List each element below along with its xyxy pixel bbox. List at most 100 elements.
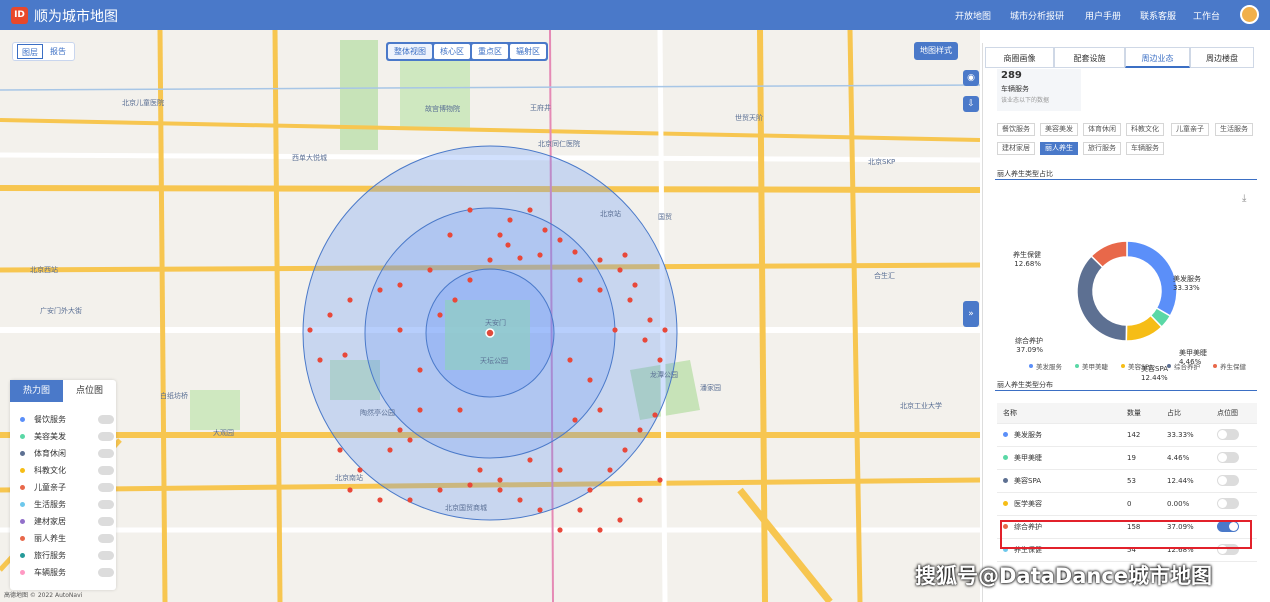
poi-point[interactable] bbox=[397, 282, 403, 288]
poi-point[interactable] bbox=[657, 357, 663, 363]
poi-point[interactable] bbox=[347, 487, 353, 493]
poi-point[interactable] bbox=[662, 327, 668, 333]
legend-label[interactable]: 养生保健 bbox=[1220, 362, 1247, 371]
layer-toggle[interactable] bbox=[98, 568, 114, 577]
category-chip[interactable]: 车辆服务 bbox=[1126, 142, 1164, 155]
donut-slice[interactable] bbox=[1076, 254, 1128, 342]
report-tab[interactable]: 报告 bbox=[46, 44, 70, 59]
poi-point[interactable] bbox=[397, 327, 403, 333]
row-toggle[interactable] bbox=[1217, 429, 1239, 440]
poi-point[interactable] bbox=[572, 249, 578, 255]
layer-toggle[interactable] bbox=[98, 517, 114, 526]
poi-point[interactable] bbox=[617, 267, 623, 273]
layer-item[interactable]: 生活服务 bbox=[20, 498, 114, 512]
tab-key[interactable]: 重点区 bbox=[472, 44, 508, 59]
layer-item[interactable]: 建材家居 bbox=[20, 515, 114, 529]
nav-user-manual[interactable]: 用户手册 bbox=[1085, 9, 1121, 22]
poi-point[interactable] bbox=[497, 487, 503, 493]
category-chip[interactable]: 餐饮服务 bbox=[997, 123, 1035, 136]
poi-point[interactable] bbox=[505, 242, 511, 248]
layer-toggle[interactable] bbox=[98, 466, 114, 475]
poi-point[interactable] bbox=[307, 327, 313, 333]
tab-facilities[interactable]: 配套设施 bbox=[1054, 47, 1125, 68]
nav-workbench[interactable]: 工作台 bbox=[1193, 9, 1220, 22]
layer-toggle[interactable] bbox=[98, 551, 114, 560]
legend-label[interactable]: 美容SPA bbox=[1128, 362, 1154, 371]
poi-point[interactable] bbox=[642, 337, 648, 343]
poi-point[interactable] bbox=[577, 507, 583, 513]
poi-point[interactable] bbox=[572, 417, 578, 423]
poi-point[interactable] bbox=[557, 237, 563, 243]
poi-point[interactable] bbox=[347, 297, 353, 303]
poi-point[interactable] bbox=[607, 467, 613, 473]
tab-heatmap[interactable]: 热力图 bbox=[10, 380, 63, 402]
nav-city-analysis[interactable]: 城市分析报研 bbox=[1010, 9, 1064, 22]
poi-point[interactable] bbox=[387, 447, 393, 453]
poi-point[interactable] bbox=[517, 255, 523, 261]
tab-business[interactable]: 周边业态 bbox=[1125, 47, 1190, 68]
poi-point[interactable] bbox=[327, 312, 333, 318]
poi-point[interactable] bbox=[557, 467, 563, 473]
poi-point[interactable] bbox=[597, 257, 603, 263]
poi-point[interactable] bbox=[427, 267, 433, 273]
poi-point[interactable] bbox=[407, 437, 413, 443]
poi-point[interactable] bbox=[622, 252, 628, 258]
poi-point[interactable] bbox=[567, 357, 573, 363]
poi-point[interactable] bbox=[617, 517, 623, 523]
category-chip[interactable]: 儿童亲子 bbox=[1171, 123, 1209, 136]
poi-point[interactable] bbox=[467, 482, 473, 488]
layer-item[interactable]: 体育休闲 bbox=[20, 447, 114, 461]
poi-point[interactable] bbox=[632, 282, 638, 288]
poi-point[interactable] bbox=[507, 217, 513, 223]
poi-point[interactable] bbox=[417, 407, 423, 413]
poi-point[interactable] bbox=[577, 277, 583, 283]
category-chip[interactable]: 旅行服务 bbox=[1083, 142, 1121, 155]
row-toggle[interactable] bbox=[1217, 475, 1239, 486]
poi-point[interactable] bbox=[627, 297, 633, 303]
poi-point[interactable] bbox=[637, 427, 643, 433]
poi-point[interactable] bbox=[342, 352, 348, 358]
poi-point[interactable] bbox=[537, 507, 543, 513]
layer-item[interactable]: 美容美发 bbox=[20, 430, 114, 444]
category-chip[interactable]: 科教文化 bbox=[1126, 123, 1164, 136]
poi-point[interactable] bbox=[537, 252, 543, 258]
nav-open-map[interactable]: 开放地图 bbox=[955, 9, 991, 22]
poi-point[interactable] bbox=[407, 497, 413, 503]
app-logo[interactable]: ID bbox=[11, 7, 28, 24]
poi-point[interactable] bbox=[637, 497, 643, 503]
poi-point[interactable] bbox=[657, 477, 663, 483]
poi-point[interactable] bbox=[527, 457, 533, 463]
poi-point[interactable] bbox=[337, 447, 343, 453]
poi-point[interactable] bbox=[647, 317, 653, 323]
poi-point[interactable] bbox=[652, 412, 658, 418]
map-style-button[interactable]: 地图样式 bbox=[914, 42, 958, 60]
poi-point[interactable] bbox=[452, 297, 458, 303]
donut-slice[interactable] bbox=[1126, 240, 1178, 318]
user-avatar[interactable] bbox=[1240, 5, 1259, 24]
tab-pointmap[interactable]: 点位图 bbox=[63, 380, 116, 402]
poi-point[interactable] bbox=[527, 207, 533, 213]
eye-icon[interactable]: ◉ bbox=[963, 70, 979, 86]
layer-toggle[interactable] bbox=[98, 500, 114, 509]
poi-point[interactable] bbox=[597, 527, 603, 533]
category-chip[interactable]: 美容美发 bbox=[1040, 123, 1078, 136]
poi-point[interactable] bbox=[457, 407, 463, 413]
layer-toggle[interactable] bbox=[98, 483, 114, 492]
expand-icon[interactable]: » bbox=[963, 301, 979, 327]
tab-radiation[interactable]: 辐射区 bbox=[510, 44, 546, 59]
nav-contact[interactable]: 联系客服 bbox=[1140, 9, 1176, 22]
poi-point[interactable] bbox=[557, 527, 563, 533]
poi-point[interactable] bbox=[497, 232, 503, 238]
tab-estate[interactable]: 周边楼盘 bbox=[1190, 47, 1254, 68]
poi-point[interactable] bbox=[377, 287, 383, 293]
download-icon[interactable]: ⇩ bbox=[963, 96, 979, 112]
category-chip[interactable]: 丽人养生 bbox=[1040, 142, 1078, 155]
poi-point[interactable] bbox=[467, 207, 473, 213]
poi-point[interactable] bbox=[622, 447, 628, 453]
poi-point[interactable] bbox=[447, 232, 453, 238]
poi-point[interactable] bbox=[437, 487, 443, 493]
category-chip[interactable]: 建材家居 bbox=[997, 142, 1035, 155]
legend-label[interactable]: 美甲美睫 bbox=[1082, 362, 1109, 371]
layer-toggle[interactable] bbox=[98, 432, 114, 441]
row-toggle[interactable] bbox=[1217, 498, 1239, 509]
